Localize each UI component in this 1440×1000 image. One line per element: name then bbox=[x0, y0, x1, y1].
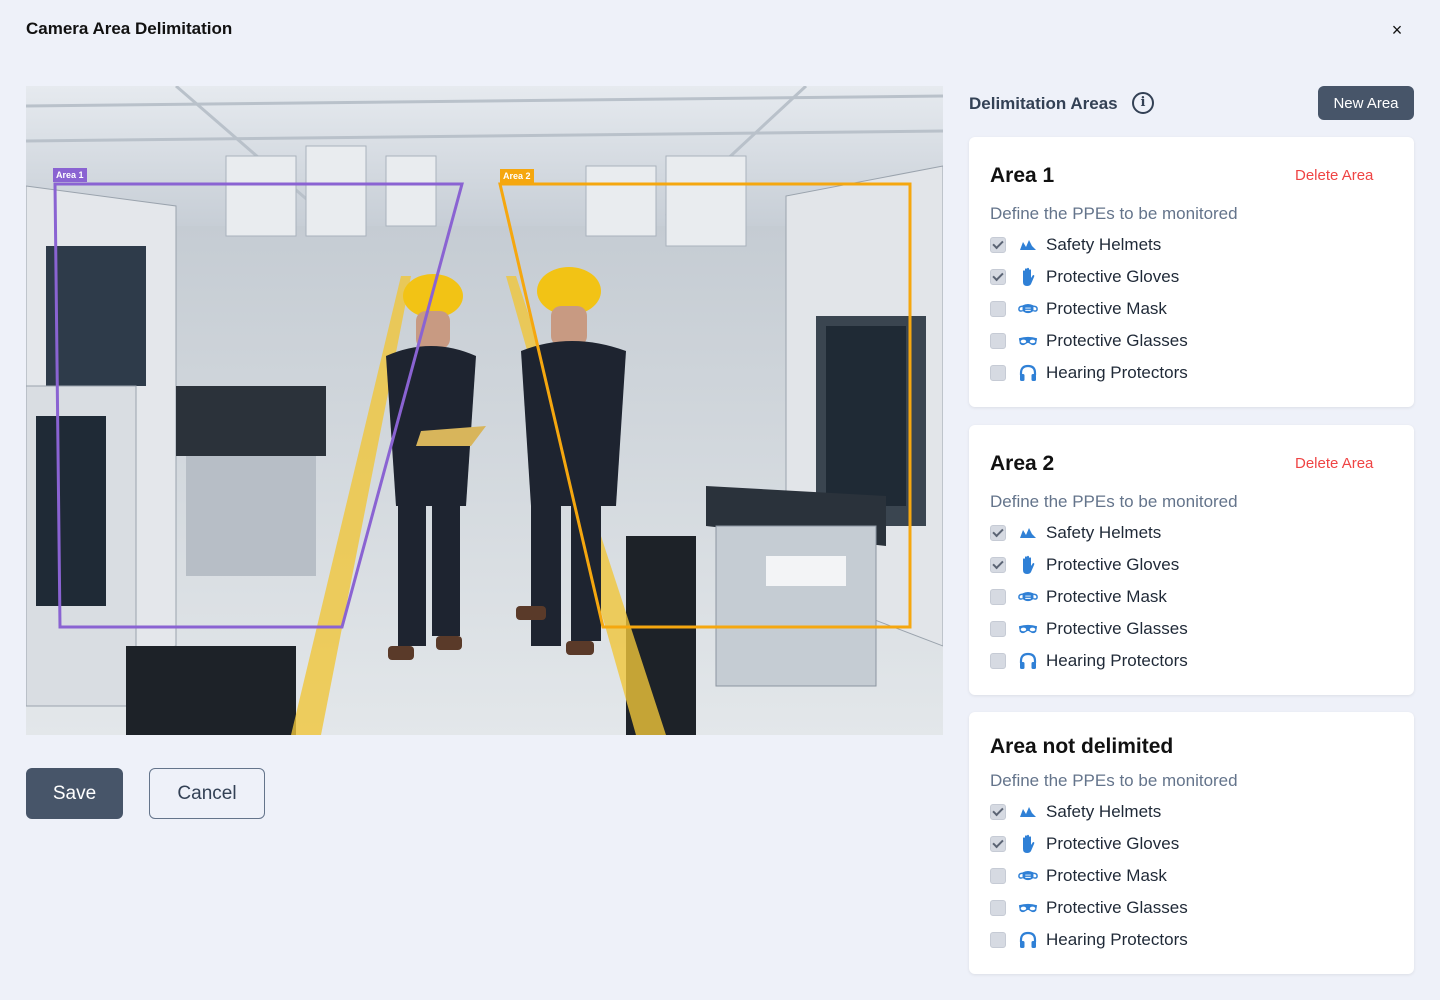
ppe-checkbox[interactable] bbox=[990, 621, 1006, 637]
ppe-label: Protective Glasses bbox=[1046, 898, 1188, 917]
ppe-label: Protective Glasses bbox=[1046, 331, 1188, 350]
ppe-row[interactable]: Safety Helmets bbox=[990, 796, 1188, 828]
ppe-label: Safety Helmets bbox=[1046, 235, 1162, 254]
delete-area-button[interactable]: Delete Area bbox=[1295, 455, 1373, 472]
info-icon[interactable]: i bbox=[1132, 92, 1154, 114]
ppe-checkbox[interactable] bbox=[990, 333, 1006, 349]
mask-icon bbox=[1018, 587, 1038, 607]
ppe-checkbox[interactable] bbox=[990, 237, 1006, 253]
glasses-icon bbox=[1018, 898, 1038, 918]
card-subtitle: Define the PPEs to be monitored bbox=[990, 204, 1238, 223]
ppe-row[interactable]: Protective Glasses bbox=[990, 892, 1188, 924]
ppe-label: Protective Glasses bbox=[1046, 619, 1188, 638]
panel-title: Delimitation Areas bbox=[969, 94, 1118, 113]
ppe-row[interactable]: Protective Glasses bbox=[990, 613, 1188, 645]
ppe-checkbox[interactable] bbox=[990, 836, 1006, 852]
ppe-row[interactable]: Hearing Protectors bbox=[990, 645, 1188, 677]
ppe-label: Protective Mask bbox=[1046, 299, 1167, 318]
save-button[interactable]: Save bbox=[26, 768, 123, 819]
dialog-title: Camera Area Delimitation bbox=[26, 19, 233, 38]
ppe-list: Safety Helmets Protective Gloves Protectiv… bbox=[990, 229, 1188, 389]
area-card: Area 2 Delete Area Define the PPEs to be… bbox=[969, 425, 1414, 695]
headphones-icon bbox=[1018, 363, 1038, 383]
ppe-row[interactable]: Protective Glasses bbox=[990, 325, 1188, 357]
new-area-button[interactable]: New Area bbox=[1318, 86, 1414, 120]
ppe-checkbox[interactable] bbox=[990, 932, 1006, 948]
ppe-label: Hearing Protectors bbox=[1046, 363, 1188, 382]
close-icon[interactable]: × bbox=[1386, 19, 1408, 41]
ppe-checkbox[interactable] bbox=[990, 900, 1006, 916]
ppe-checkbox[interactable] bbox=[990, 301, 1006, 317]
area-1-tag: Area 1 bbox=[53, 168, 87, 182]
helmet-icon bbox=[1018, 802, 1038, 822]
ppe-label: Protective Gloves bbox=[1046, 834, 1180, 853]
ppe-checkbox[interactable] bbox=[990, 557, 1006, 573]
ppe-list: Safety Helmets Protective Gloves Protectiv… bbox=[990, 517, 1188, 677]
ppe-checkbox[interactable] bbox=[990, 868, 1006, 884]
mask-icon bbox=[1018, 866, 1038, 886]
area-2-tag: Area 2 bbox=[500, 169, 534, 183]
area-card: Area not delimited Define the PPEs to be… bbox=[969, 712, 1414, 974]
glove-icon bbox=[1018, 267, 1038, 287]
ppe-checkbox[interactable] bbox=[990, 804, 1006, 820]
ppe-checkbox[interactable] bbox=[990, 589, 1006, 605]
ppe-row[interactable]: Protective Mask bbox=[990, 860, 1188, 892]
mask-icon bbox=[1018, 299, 1038, 319]
area-card: Area 1 Delete Area Define the PPEs to be… bbox=[969, 137, 1414, 407]
ppe-row[interactable]: Protective Gloves bbox=[990, 261, 1188, 293]
ppe-row[interactable]: Safety Helmets bbox=[990, 229, 1188, 261]
panel-header: Delimitation Areas i New Area bbox=[969, 86, 1414, 120]
headphones-icon bbox=[1018, 651, 1038, 671]
ppe-label: Safety Helmets bbox=[1046, 523, 1162, 542]
glasses-icon bbox=[1018, 619, 1038, 639]
ppe-checkbox[interactable] bbox=[990, 653, 1006, 669]
camera-feed[interactable]: Area 1 Area 2 bbox=[26, 86, 943, 735]
ppe-label: Hearing Protectors bbox=[1046, 930, 1188, 949]
ppe-row[interactable]: Safety Helmets bbox=[990, 517, 1188, 549]
ppe-label: Protective Gloves bbox=[1046, 555, 1180, 574]
card-subtitle: Define the PPEs to be monitored bbox=[990, 492, 1238, 511]
ppe-list: Safety Helmets Protective Gloves Protectiv… bbox=[990, 796, 1188, 956]
ppe-checkbox[interactable] bbox=[990, 365, 1006, 381]
ppe-checkbox[interactable] bbox=[990, 269, 1006, 285]
ppe-label: Hearing Protectors bbox=[1046, 651, 1188, 670]
glasses-icon bbox=[1018, 331, 1038, 351]
card-subtitle: Define the PPEs to be monitored bbox=[990, 771, 1238, 790]
card-title: Area not delimited bbox=[990, 735, 1174, 758]
factory-scene-image bbox=[26, 86, 943, 735]
headphones-icon bbox=[1018, 930, 1038, 950]
ppe-row[interactable]: Protective Gloves bbox=[990, 549, 1188, 581]
ppe-row[interactable]: Hearing Protectors bbox=[990, 357, 1188, 389]
ppe-label: Protective Mask bbox=[1046, 866, 1167, 885]
delete-area-button[interactable]: Delete Area bbox=[1295, 167, 1373, 184]
helmet-icon bbox=[1018, 523, 1038, 543]
ppe-row[interactable]: Protective Mask bbox=[990, 581, 1188, 613]
card-title: Area 2 bbox=[990, 452, 1055, 475]
ppe-label: Protective Mask bbox=[1046, 587, 1167, 606]
ppe-label: Safety Helmets bbox=[1046, 802, 1162, 821]
card-title: Area 1 bbox=[990, 164, 1055, 187]
glove-icon bbox=[1018, 555, 1038, 575]
ppe-row[interactable]: Protective Mask bbox=[990, 293, 1188, 325]
ppe-label: Protective Gloves bbox=[1046, 267, 1180, 286]
helmet-icon bbox=[1018, 235, 1038, 255]
ppe-checkbox[interactable] bbox=[990, 525, 1006, 541]
cancel-button[interactable]: Cancel bbox=[149, 768, 265, 819]
ppe-row[interactable]: Protective Gloves bbox=[990, 828, 1188, 860]
glove-icon bbox=[1018, 834, 1038, 854]
ppe-row[interactable]: Hearing Protectors bbox=[990, 924, 1188, 956]
